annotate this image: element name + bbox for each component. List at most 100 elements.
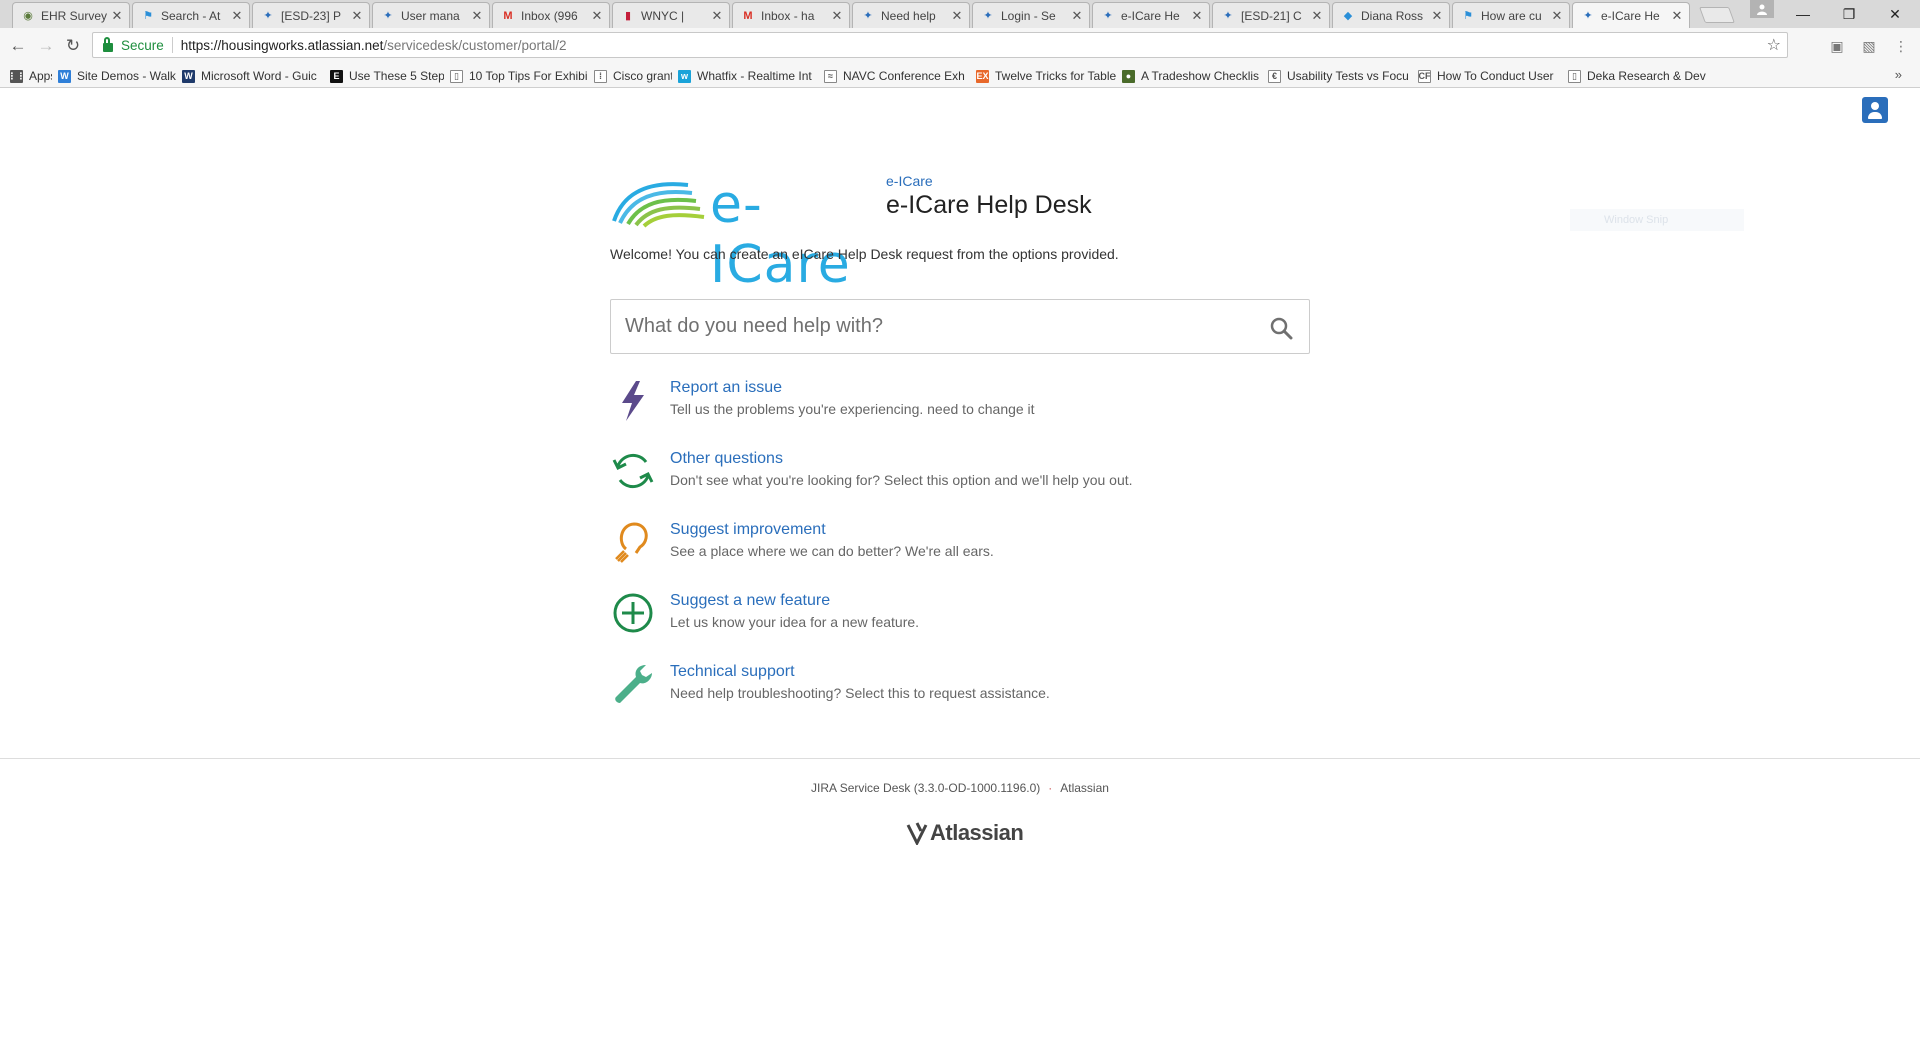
browser-tab-title: Login - Se xyxy=(1001,8,1056,23)
request-type-title[interactable]: Report an issue xyxy=(670,379,782,397)
browser-tab[interactable]: ✦ [ESD-23] P ✕ xyxy=(252,2,370,28)
restore-window-icon[interactable]: ❐ xyxy=(1826,2,1872,26)
footer-divider xyxy=(0,758,1920,759)
bookmarks-bar: » ⋮⋮Apps W Site Demos - WalkMe W Microsoft W… xyxy=(0,64,1920,88)
request-type-title[interactable]: Other questions xyxy=(670,450,783,468)
user-profile-avatar-icon[interactable] xyxy=(1862,97,1888,123)
bookmark-label: NAVC Conference Exh xyxy=(843,69,965,83)
browser-tab[interactable]: ✦ [ESD-21] C ✕ xyxy=(1212,2,1330,28)
browser-toolbar: ← → ↻ Secure https://housingworks.atlass… xyxy=(0,28,1920,64)
close-window-icon[interactable]: ✕ xyxy=(1872,2,1918,26)
close-tab-icon[interactable]: ✕ xyxy=(1311,8,1323,24)
browser-tab[interactable]: ◆ Diana Ross ✕ xyxy=(1332,2,1450,28)
bookmark-item[interactable]: ⋮⋮Apps xyxy=(10,68,52,84)
extension-icon[interactable]: ▣ xyxy=(1828,37,1846,55)
jira-service-icon: ⚑ xyxy=(143,10,153,22)
bookmark-item[interactable]: ▯ Deka Research & Dev xyxy=(1568,68,1734,84)
browser-tab[interactable]: ✦ User mana ✕ xyxy=(372,2,490,28)
whatfix-icon: w xyxy=(678,69,691,83)
lightning-bolt-icon xyxy=(622,381,644,421)
close-tab-icon[interactable]: ✕ xyxy=(351,8,363,24)
close-tab-icon[interactable]: ✕ xyxy=(1071,8,1083,24)
apps-grid-icon: ⋮⋮ xyxy=(10,69,26,83)
pdf-extension-icon[interactable]: ▧ xyxy=(1860,37,1878,55)
bookmark-star-icon[interactable]: ☆ xyxy=(1767,35,1781,55)
bookmark-label: 10 Top Tips For Exhibi xyxy=(469,69,588,83)
request-type-title[interactable]: Suggest improvement xyxy=(670,521,826,539)
browser-tab[interactable]: ⚑ How are cu ✕ xyxy=(1452,2,1570,28)
bookmark-label: How To Conduct User xyxy=(1437,69,1554,83)
e-icare-logo: e-ICare xyxy=(610,173,870,295)
request-type-title[interactable]: Technical support xyxy=(670,663,795,681)
bookmark-item[interactable]: E Use These 5 Steps to xyxy=(330,68,444,84)
browser-tab-title: [ESD-23] P xyxy=(281,8,342,23)
search-icon[interactable] xyxy=(1269,316,1293,340)
browser-tab[interactable]: ✦ e-ICare He ✕ xyxy=(1092,2,1210,28)
request-type-report-issue[interactable]: Report an issue Tell us the problems you… xyxy=(610,373,1310,429)
refresh-cycle-icon xyxy=(612,453,654,489)
bookmark-item[interactable]: W Microsoft Word - Guic xyxy=(182,68,324,84)
request-type-technical-support[interactable]: Technical support Need help troubleshoot… xyxy=(610,657,1310,713)
bookmark-item[interactable]: w Whatfix - Realtime Int xyxy=(678,68,818,84)
walkme-icon: W xyxy=(58,69,71,83)
atlassian-logo[interactable]: Atlassian xyxy=(906,819,1024,847)
address-bar[interactable]: Secure https://housingworks.atlassian.ne… xyxy=(92,32,1788,58)
close-tab-icon[interactable]: ✕ xyxy=(1671,8,1683,24)
forward-arrow-icon[interactable]: → xyxy=(36,36,56,56)
browser-tab[interactable]: M Inbox - ha ✕ xyxy=(732,2,850,28)
request-type-suggest-feature[interactable]: Suggest a new feature Let us know your i… xyxy=(610,586,1310,642)
service-desk-icon: ✦ xyxy=(1583,10,1593,22)
new-tab-button[interactable] xyxy=(1699,7,1735,23)
close-tab-icon[interactable]: ✕ xyxy=(1191,8,1203,24)
bookmark-item[interactable]: ▯ 10 Top Tips For Exhibi xyxy=(450,68,588,84)
browser-tab-title: Need help xyxy=(881,8,936,23)
browser-menu-icon[interactable]: ⋮ xyxy=(1892,37,1910,55)
browser-tab-title: EHR Survey xyxy=(41,8,108,23)
reload-icon[interactable]: ↻ xyxy=(63,36,83,56)
bookmark-label: Use These 5 Steps to xyxy=(349,69,444,83)
close-tab-icon[interactable]: ✕ xyxy=(471,8,483,24)
request-type-other-questions[interactable]: Other questions Don't see what you're lo… xyxy=(610,444,1310,500)
browser-tab[interactable]: ✦ e-ICare He ✕ xyxy=(1572,2,1690,28)
browser-profile-icon[interactable] xyxy=(1750,0,1774,18)
footer-vendor-link[interactable]: Atlassian xyxy=(1060,781,1109,795)
request-type-title[interactable]: Suggest a new feature xyxy=(670,592,830,610)
close-tab-icon[interactable]: ✕ xyxy=(1431,8,1443,24)
browser-tab[interactable]: M Inbox (996 ✕ xyxy=(492,2,610,28)
close-tab-icon[interactable]: ✕ xyxy=(231,8,243,24)
browser-tab[interactable]: ✦ Need help ✕ xyxy=(852,2,970,28)
browser-tab-title: Search - At xyxy=(161,8,221,23)
search-input[interactable] xyxy=(625,315,1245,338)
portal-breadcrumb-link[interactable]: e-ICare xyxy=(886,173,933,189)
minimize-window-icon[interactable]: — xyxy=(1780,2,1826,26)
c-site-icon: € xyxy=(1268,69,1281,83)
footer-product-link[interactable]: JIRA Service Desk (3.3.0-OD-1000.1196.0) xyxy=(811,781,1040,795)
ehr-icon: ◉ xyxy=(23,10,33,22)
browser-tab[interactable]: ⚑ Search - At ✕ xyxy=(132,2,250,28)
browser-tab[interactable]: ◉ EHR Survey ✕ xyxy=(12,2,130,28)
back-arrow-icon[interactable]: ← xyxy=(8,36,28,56)
bookmark-item[interactable]: € Usability Tests vs Focu xyxy=(1268,68,1412,84)
close-tab-icon[interactable]: ✕ xyxy=(711,8,723,24)
bookmark-item[interactable]: W Site Demos - WalkMe xyxy=(58,68,176,84)
bookmark-item[interactable]: CF How To Conduct User xyxy=(1418,68,1562,84)
bookmark-item[interactable]: ● A Tradeshow Checklis xyxy=(1122,68,1262,84)
close-tab-icon[interactable]: ✕ xyxy=(951,8,963,24)
wnyc-icon: ▮ xyxy=(624,10,632,22)
bookmark-item[interactable]: ≈ NAVC Conference Exh xyxy=(824,68,970,84)
logo-wordmark: e-ICare xyxy=(710,175,851,295)
close-tab-icon[interactable]: ✕ xyxy=(831,8,843,24)
close-tab-icon[interactable]: ✕ xyxy=(1551,8,1563,24)
more-bookmarks-icon[interactable]: » xyxy=(1895,67,1902,82)
help-search-box[interactable] xyxy=(610,299,1310,354)
browser-tab[interactable]: ✦ Login - Se ✕ xyxy=(972,2,1090,28)
browser-tab-strip: — ❐ ✕ ◉ EHR Survey ✕ ⚑ Search - At ✕ ✦ [ESD-23]… xyxy=(0,0,1920,28)
browser-tab-title: User mana xyxy=(401,8,460,23)
bookmark-item[interactable]: EX Twelve Tricks for Table xyxy=(976,68,1116,84)
bookmark-label: Site Demos - WalkMe xyxy=(77,69,176,83)
close-tab-icon[interactable]: ✕ xyxy=(111,8,123,24)
close-tab-icon[interactable]: ✕ xyxy=(591,8,603,24)
request-type-suggest-improvement[interactable]: Suggest improvement See a place where we… xyxy=(610,515,1310,571)
browser-tab[interactable]: ▮ WNYC | ✕ xyxy=(612,2,730,28)
bookmark-item[interactable]: ⁞ Cisco grants xyxy=(594,68,672,84)
